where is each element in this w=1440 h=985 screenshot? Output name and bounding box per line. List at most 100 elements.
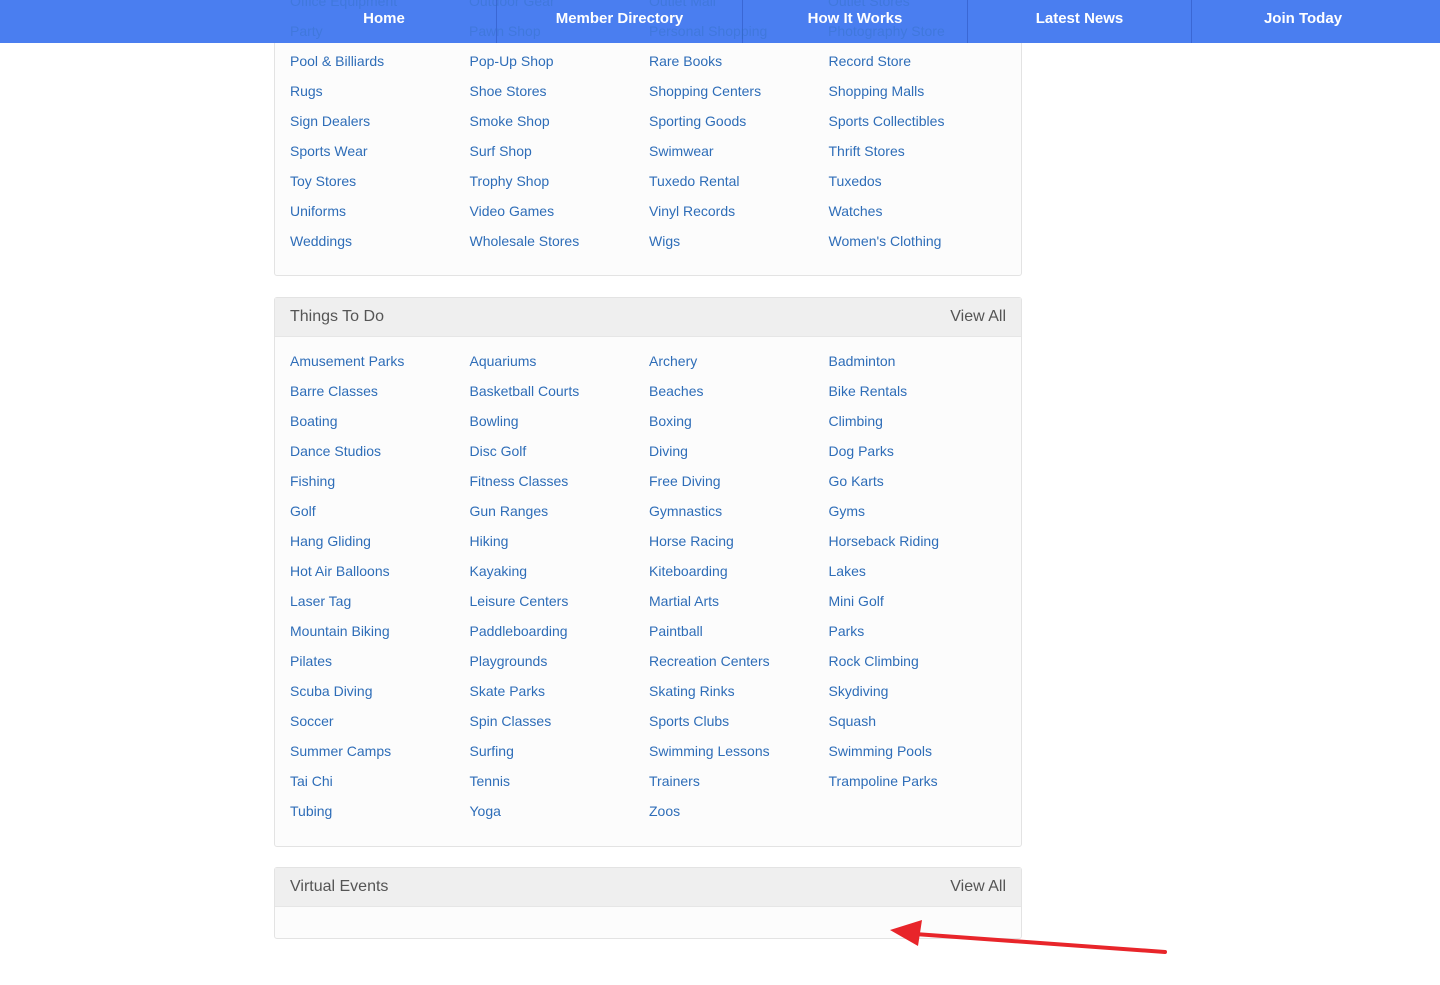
category-link[interactable]: Bowling [470, 406, 650, 436]
partial-link: Photography Store [828, 23, 945, 39]
category-link[interactable]: Bike Rentals [829, 376, 1009, 406]
category-link[interactable]: Trampoline Parks [829, 766, 1009, 796]
category-link[interactable]: Sporting Goods [649, 106, 829, 136]
category-link[interactable]: Sign Dealers [290, 106, 470, 136]
category-link[interactable]: Rock Climbing [829, 646, 1009, 676]
category-link[interactable]: Rugs [290, 76, 470, 106]
category-link[interactable]: Horse Racing [649, 526, 829, 556]
category-link[interactable]: Sports Wear [290, 136, 470, 166]
category-link[interactable]: Summer Camps [290, 736, 470, 766]
category-link[interactable]: Squash [829, 706, 1009, 736]
category-link[interactable]: Swimwear [649, 136, 829, 166]
category-link[interactable]: Swimming Pools [829, 736, 1009, 766]
category-link[interactable]: Go Karts [829, 466, 1009, 496]
virtual-events-panel: Virtual Events View All [274, 867, 1022, 939]
category-link[interactable]: Climbing [829, 406, 1009, 436]
category-link[interactable]: Dog Parks [829, 436, 1009, 466]
category-link[interactable]: Skydiving [829, 676, 1009, 706]
category-link[interactable]: Video Games [470, 196, 650, 226]
category-link[interactable]: Zoos [649, 796, 829, 826]
category-link[interactable]: Golf [290, 496, 470, 526]
category-link[interactable]: Boxing [649, 406, 829, 436]
category-link[interactable]: Yoga [470, 796, 650, 826]
category-link[interactable]: Swimming Lessons [649, 736, 829, 766]
category-link[interactable]: Vinyl Records [649, 196, 829, 226]
category-link[interactable]: Mountain Biking [290, 616, 470, 646]
category-link[interactable]: Pop-Up Shop [470, 46, 650, 76]
category-link[interactable]: Parks [829, 616, 1009, 646]
category-link[interactable]: Archery [649, 346, 829, 376]
category-link[interactable]: Trophy Shop [470, 166, 650, 196]
category-link[interactable]: Trainers [649, 766, 829, 796]
things-to-do-link-grid: Amusement Parks Aquariums Archery Badminton… [275, 337, 1021, 826]
category-link[interactable]: Tuxedo Rental [649, 166, 829, 196]
category-link[interactable]: Soccer [290, 706, 470, 736]
view-all-link[interactable]: View All [950, 298, 1006, 336]
category-link[interactable]: Pool & Billiards [290, 46, 470, 76]
view-all-link[interactable]: View All [950, 868, 1006, 906]
category-link[interactable]: Wigs [649, 226, 829, 256]
category-link[interactable]: Disc Golf [470, 436, 650, 466]
category-link[interactable]: Tai Chi [290, 766, 470, 796]
category-link[interactable]: Aquariums [470, 346, 650, 376]
category-link[interactable]: Tubing [290, 796, 470, 826]
category-link[interactable]: Hiking [470, 526, 650, 556]
category-link[interactable]: Martial Arts [649, 586, 829, 616]
category-link[interactable]: Shoe Stores [470, 76, 650, 106]
category-link[interactable]: Tennis [470, 766, 650, 796]
category-link[interactable]: Spin Classes [470, 706, 650, 736]
category-link[interactable]: Hang Gliding [290, 526, 470, 556]
category-link[interactable]: Boating [290, 406, 470, 436]
category-link[interactable]: Women's Clothing [829, 226, 1009, 256]
nav-latest-news[interactable]: Latest News [968, 0, 1191, 43]
category-link[interactable]: Lakes [829, 556, 1009, 586]
category-link[interactable]: Sports Collectibles [829, 106, 1009, 136]
category-link[interactable]: Uniforms [290, 196, 470, 226]
category-link[interactable]: Surfing [470, 736, 650, 766]
category-link[interactable]: Dance Studios [290, 436, 470, 466]
category-link[interactable]: Mini Golf [829, 586, 1009, 616]
category-link[interactable]: Barre Classes [290, 376, 470, 406]
category-link[interactable]: Laser Tag [290, 586, 470, 616]
category-link[interactable]: Paintball [649, 616, 829, 646]
category-link[interactable]: Toy Stores [290, 166, 470, 196]
category-link[interactable]: Smoke Shop [470, 106, 650, 136]
category-link[interactable]: Free Diving [649, 466, 829, 496]
category-link[interactable]: Weddings [290, 226, 470, 256]
category-link[interactable]: Shopping Malls [829, 76, 1009, 106]
category-link[interactable]: Beaches [649, 376, 829, 406]
category-link[interactable]: Rare Books [649, 46, 829, 76]
category-link[interactable]: Tuxedos [829, 166, 1009, 196]
category-link[interactable]: Kiteboarding [649, 556, 829, 586]
category-link[interactable]: Skating Rinks [649, 676, 829, 706]
category-link[interactable]: Skate Parks [470, 676, 650, 706]
category-link[interactable]: Pilates [290, 646, 470, 676]
category-link[interactable]: Leisure Centers [470, 586, 650, 616]
category-link[interactable]: Scuba Diving [290, 676, 470, 706]
category-link[interactable]: Record Store [829, 46, 1009, 76]
category-link[interactable]: Paddleboarding [470, 616, 650, 646]
category-link[interactable]: Playgrounds [470, 646, 650, 676]
virtual-events-body [275, 907, 1021, 937]
category-link[interactable]: Thrift Stores [829, 136, 1009, 166]
category-link[interactable]: Gun Ranges [470, 496, 650, 526]
category-link[interactable]: Watches [829, 196, 1009, 226]
category-link[interactable]: Fishing [290, 466, 470, 496]
category-link[interactable]: Fitness Classes [470, 466, 650, 496]
category-link[interactable]: Shopping Centers [649, 76, 829, 106]
category-link[interactable]: Sports Clubs [649, 706, 829, 736]
category-link[interactable]: Horseback Riding [829, 526, 1009, 556]
category-link[interactable]: Diving [649, 436, 829, 466]
category-link[interactable]: Amusement Parks [290, 346, 470, 376]
category-link[interactable]: Wholesale Stores [470, 226, 650, 256]
category-link[interactable]: Gyms [829, 496, 1009, 526]
category-link[interactable]: Recreation Centers [649, 646, 829, 676]
category-link[interactable]: Kayaking [470, 556, 650, 586]
nav-join-today[interactable]: Join Today [1192, 0, 1414, 43]
category-link[interactable]: Surf Shop [470, 136, 650, 166]
category-link[interactable]: Hot Air Balloons [290, 556, 470, 586]
category-link[interactable]: Gymnastics [649, 496, 829, 526]
category-link[interactable]: Basketball Courts [470, 376, 650, 406]
partial-link: Personal Shopping [649, 23, 768, 39]
category-link[interactable]: Badminton [829, 346, 1009, 376]
